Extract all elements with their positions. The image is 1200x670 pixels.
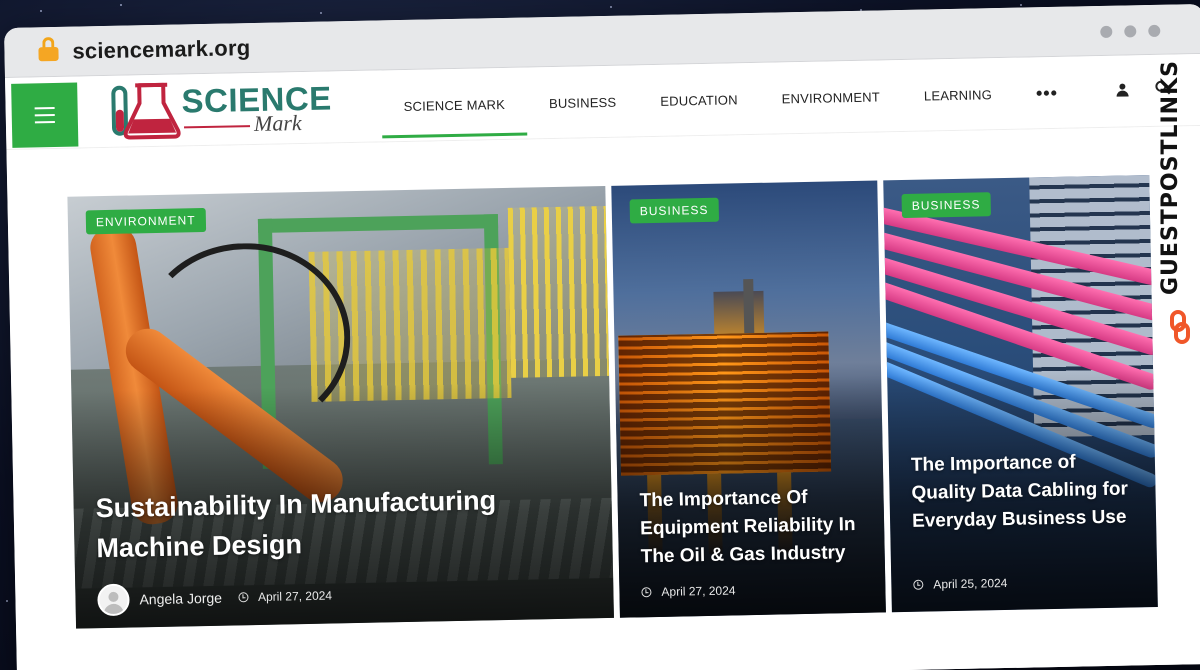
post-date: April 27, 2024 <box>661 583 736 599</box>
logo-underline <box>184 125 251 129</box>
star <box>1020 4 1022 6</box>
post-title[interactable]: Sustainability In Manufacturing Machine … <box>95 478 595 568</box>
avatar[interactable] <box>97 583 130 617</box>
clock-icon <box>913 579 924 590</box>
star <box>610 6 612 8</box>
post-meta: April 27, 2024 <box>641 583 736 599</box>
post-meta: Angela Jorge April 27, 2024 <box>97 580 332 617</box>
featured-post-card[interactable]: BUSINESS The Importance Of Equipment Rel… <box>611 180 886 618</box>
clock-icon <box>237 592 249 603</box>
nav-item-business[interactable]: BUSINESS <box>526 65 639 139</box>
category-badge[interactable]: BUSINESS <box>901 192 991 219</box>
post-meta: April 25, 2024 <box>913 575 1008 592</box>
featured-post-card[interactable]: ENVIRONMENT Sustainability In Manufactur… <box>67 185 614 629</box>
star <box>120 4 122 6</box>
window-controls <box>1100 24 1161 38</box>
window-dot[interactable] <box>1100 25 1113 38</box>
category-badge[interactable]: BUSINESS <box>629 197 719 224</box>
featured-section: ENVIRONMENT Sustainability In Manufactur… <box>6 125 1200 670</box>
logo-mark-text: Mark <box>253 110 302 136</box>
hamburger-menu-button[interactable] <box>11 82 79 148</box>
window-dot[interactable] <box>1148 24 1161 38</box>
featured-post-card[interactable]: BUSINESS The Importance of Quality Data … <box>883 175 1158 613</box>
nav-item-science-mark[interactable]: SCIENCE MARK <box>381 68 528 143</box>
post-date: April 27, 2024 <box>257 588 333 605</box>
post-title[interactable]: The Importance Of Equipment Reliability … <box>639 483 867 572</box>
star <box>320 12 322 14</box>
guestpostlinks-watermark: GUESTPOSTLINKS <box>1150 60 1200 360</box>
post-date: April 25, 2024 <box>933 575 1008 592</box>
url-text[interactable]: sciencemark.org <box>72 35 250 65</box>
browser-window: sciencemark.org SCIENCE Mark SCIENCE MAR… <box>4 3 1200 670</box>
flask-icon <box>111 82 181 140</box>
post-author[interactable]: Angela Jorge <box>139 590 222 608</box>
site-logo[interactable]: SCIENCE Mark <box>109 76 332 142</box>
window-dot[interactable] <box>1124 25 1137 38</box>
nav-item-environment[interactable]: ENVIRONMENT <box>759 60 903 135</box>
nav-more-icon[interactable]: ••• <box>1014 82 1080 104</box>
post-title[interactable]: The Importance of Quality Data Cabling f… <box>911 447 1139 536</box>
watermark-text: GUESTPOSTLINKS <box>1158 60 1183 295</box>
category-badge[interactable]: ENVIRONMENT <box>85 207 206 235</box>
star <box>40 10 42 12</box>
lock-icon <box>38 36 59 62</box>
nav-item-learning[interactable]: LEARNING <box>901 58 1014 132</box>
clock-icon <box>641 587 652 598</box>
user-icon[interactable] <box>1115 83 1129 97</box>
link-chain-icon <box>1170 310 1194 346</box>
star <box>6 600 8 602</box>
nav-item-education[interactable]: EDUCATION <box>638 63 761 137</box>
